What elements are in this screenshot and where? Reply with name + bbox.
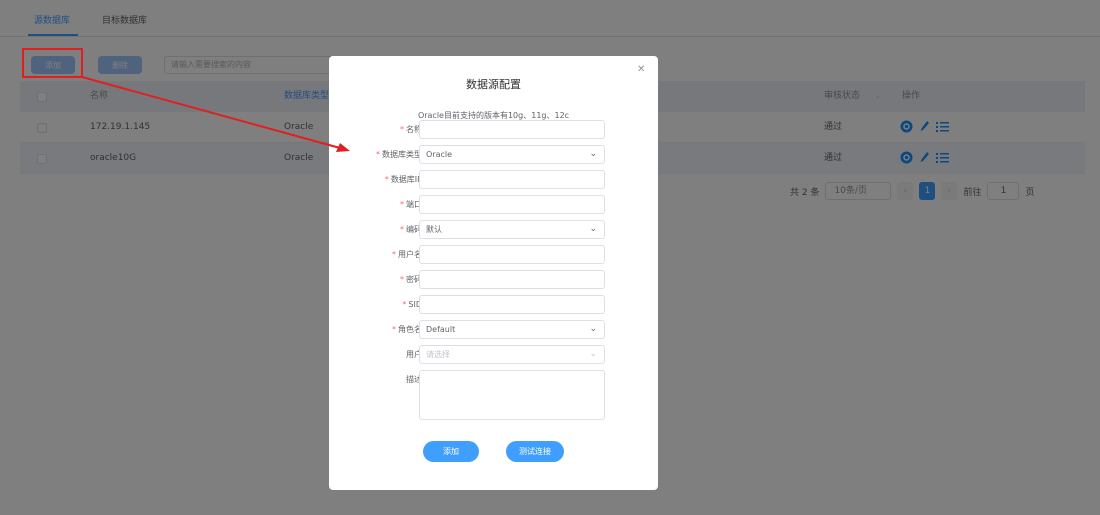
annotation-arrow-icon — [81, 76, 350, 152]
